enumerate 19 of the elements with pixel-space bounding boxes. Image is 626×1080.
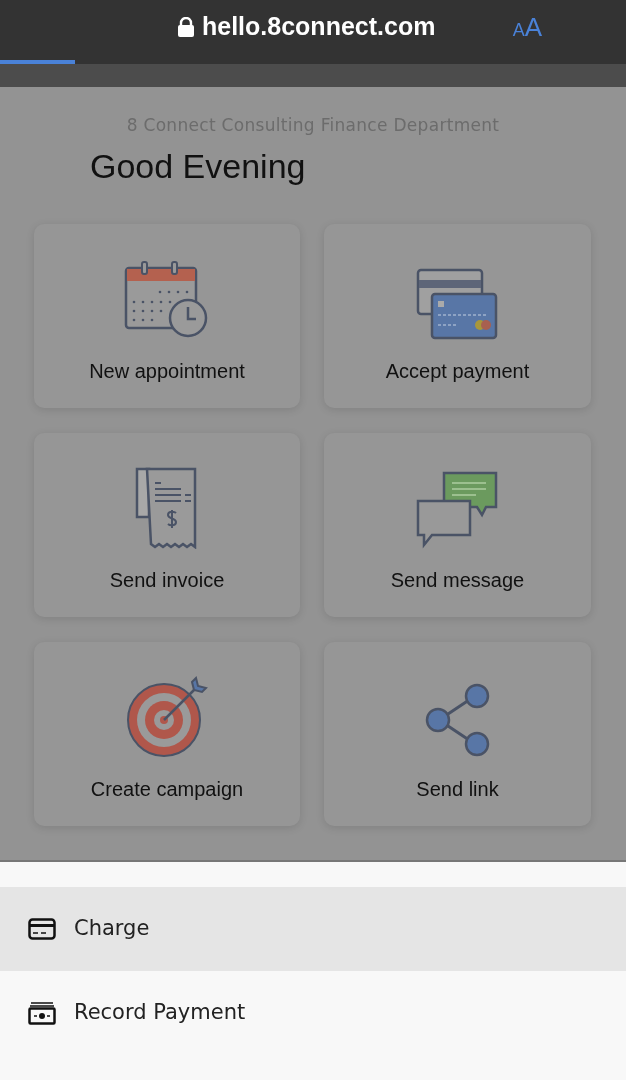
receipt-icon: [135, 466, 199, 549]
action-card[interactable]: New appointment: [34, 223, 300, 408]
target-icon: [126, 675, 208, 758]
action-card[interactable]: Accept payment: [324, 223, 591, 408]
credit-cards-icon: [415, 267, 500, 340]
action-card[interactable]: Send message: [324, 432, 591, 617]
greeting-heading: Good Evening: [90, 145, 307, 187]
menu-item[interactable]: Charge: [0, 887, 626, 971]
lock-icon: [178, 17, 194, 37]
action-card[interactable]: Send invoice: [34, 432, 300, 617]
text-size-button[interactable]: AA: [512, 14, 542, 40]
calendar-clock-icon: [124, 259, 210, 340]
url-text[interactable]: hello.8connect.com: [202, 8, 436, 46]
action-card[interactable]: Send link: [324, 641, 591, 826]
menu-item[interactable]: Record Payment: [0, 971, 626, 1055]
card-icon: [28, 918, 56, 940]
cash-icon: [28, 1001, 56, 1025]
chat-bubbles-icon: [415, 470, 500, 549]
action-card[interactable]: Create campaign: [34, 641, 300, 826]
